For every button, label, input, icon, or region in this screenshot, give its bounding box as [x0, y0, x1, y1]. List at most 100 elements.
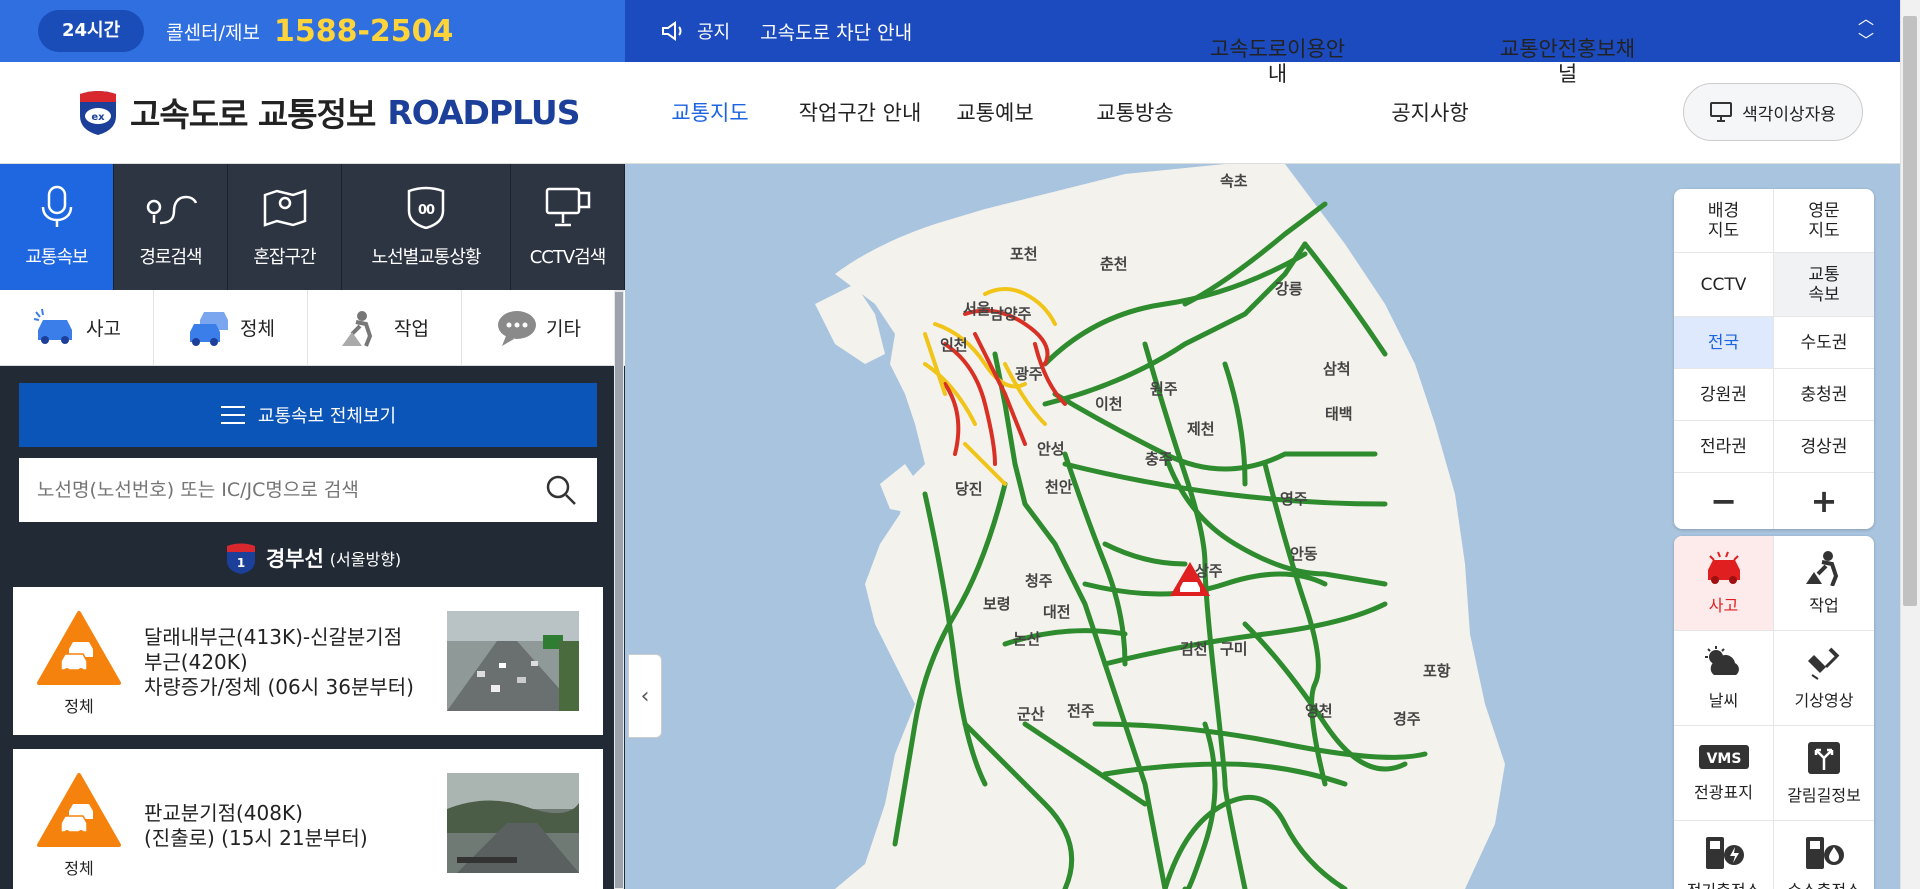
- tab-label: 노선별교통상황: [371, 247, 482, 268]
- map-pin-icon: [263, 189, 306, 227]
- site-logo[interactable]: ex 고속도로 교통정보 ROADPLUS: [76, 88, 581, 136]
- region-gyeongsang[interactable]: 경상권: [1774, 421, 1874, 473]
- nav-usage-guide[interactable]: 고속도로이용안 내: [1205, 37, 1350, 87]
- callcenter-bar: 24시간 콜센터/제보 1588-2504: [0, 0, 625, 62]
- category-congestion[interactable]: 정체: [154, 290, 308, 365]
- incident-location: 달래내부근(413K)-신갈분기점: [144, 625, 403, 649]
- svg-text:인천: 인천: [940, 336, 968, 354]
- panel-tabs: 교통속보 경로검색 혼잡구간 00 노선별교통상황 CCTV검색: [0, 164, 625, 290]
- callcenter-number[interactable]: 1588-2504: [274, 14, 453, 49]
- route-search-box: [19, 458, 597, 522]
- highway-shield-icon: 00: [407, 186, 445, 229]
- zoom-out-button[interactable]: −: [1674, 473, 1774, 529]
- tab-label: 혼잡구간: [253, 247, 316, 268]
- incident-status: (진출로) (15시 21분부터): [144, 826, 368, 850]
- incident-location-2: 부근(420K): [144, 650, 248, 674]
- page-scrollbar[interactable]: [1900, 0, 1920, 889]
- layer-hydrogen-charger[interactable]: 수소충전소: [1774, 821, 1874, 889]
- incident-card[interactable]: 정체 판교분기점(408K) (진출로) (15시 21분부터): [13, 749, 603, 889]
- vms-sign-icon: VMS: [1698, 745, 1749, 769]
- nav-safety-channel[interactable]: 교통안전홍보채 널: [1495, 37, 1640, 87]
- ev-charger-icon: [1705, 837, 1744, 869]
- route-shield-icon: 1: [226, 543, 255, 574]
- cctv-thumbnail[interactable]: [447, 773, 579, 873]
- view-all-news-button[interactable]: 교통속보 전체보기: [19, 383, 597, 447]
- layer-label: 사고: [1708, 596, 1739, 615]
- region-nationwide[interactable]: 전국: [1674, 317, 1774, 369]
- category-other[interactable]: 기타: [462, 290, 616, 365]
- layer-vms[interactable]: VMS 전광표지: [1674, 726, 1774, 821]
- cctv-thumbnail[interactable]: [447, 611, 579, 711]
- layer-weather[interactable]: 날씨: [1674, 631, 1774, 726]
- view-all-label: 교통속보 전체보기: [257, 406, 397, 427]
- route-search-input[interactable]: [37, 479, 517, 501]
- panel-scrollbar[interactable]: [614, 290, 624, 889]
- svg-text:이천: 이천: [1095, 395, 1123, 413]
- nav-broadcast[interactable]: 교통방송: [1080, 101, 1190, 126]
- chevron-up-icon[interactable]: ︿: [1858, 8, 1874, 30]
- tab-route-status[interactable]: 00 노선별교통상황: [342, 164, 511, 290]
- svg-text:강릉: 강릉: [1275, 280, 1303, 298]
- chevron-down-icon[interactable]: ﹀: [1858, 30, 1874, 52]
- incident-type-label: 정체: [64, 859, 94, 878]
- svg-text:ex: ex: [91, 112, 105, 123]
- nav-work-zone[interactable]: 작업구간 안내: [780, 101, 940, 126]
- accident-car-icon: [33, 308, 73, 344]
- layer-label: 날씨: [1708, 691, 1739, 710]
- svg-text:보령: 보령: [983, 595, 1011, 613]
- tab-congestion[interactable]: 혼잡구간: [228, 164, 342, 290]
- svg-text:VMS: VMS: [1706, 751, 1741, 767]
- region-chungcheong[interactable]: 충청권: [1774, 369, 1874, 421]
- collapse-panel-button[interactable]: ‹: [628, 654, 662, 738]
- layer-roadwork[interactable]: 작업: [1774, 536, 1874, 631]
- satellite-icon: [1808, 647, 1840, 680]
- tab-route-search[interactable]: 경로검색: [114, 164, 228, 290]
- colorblind-mode-button[interactable]: 색각이상자용: [1683, 83, 1863, 141]
- notice-text[interactable]: 고속도로 차단 안내: [760, 18, 912, 45]
- region-jeolla[interactable]: 전라권: [1674, 421, 1774, 473]
- incident-location: 판교분기점(408K): [144, 801, 303, 825]
- svg-text:천안: 천안: [1045, 478, 1073, 496]
- nav-notices[interactable]: 공지사항: [1375, 101, 1485, 126]
- search-icon[interactable]: [545, 474, 577, 506]
- region-capital[interactable]: 수도권: [1774, 317, 1874, 369]
- base-map-button[interactable]: 배경 지도: [1674, 189, 1774, 253]
- svg-text:삼척: 삼척: [1323, 360, 1351, 378]
- category-roadwork[interactable]: 작업: [308, 290, 462, 365]
- nav-traffic-map[interactable]: 교통지도: [660, 101, 760, 126]
- svg-text:00: 00: [418, 203, 435, 218]
- logo-en: ROADPLUS: [387, 92, 580, 132]
- tab-cctv-search[interactable]: CCTV검색: [511, 164, 625, 290]
- cctv-icon: [545, 187, 590, 227]
- svg-text:전주: 전주: [1067, 702, 1095, 720]
- layer-label: 기상영상: [1794, 691, 1854, 710]
- notice-label: 공지: [697, 22, 731, 43]
- nav-forecast[interactable]: 교통예보: [940, 101, 1050, 126]
- traffic-news-toggle[interactable]: 교통 속보: [1774, 253, 1874, 317]
- layer-weather-video[interactable]: 기상영상: [1774, 631, 1874, 726]
- incident-text: 달래내부근(413K)-신갈분기점 부근(420K) 차량증가/정체 (06시 …: [144, 625, 444, 700]
- category-filter: 사고 정체 작업 기타: [0, 290, 625, 366]
- page-scrollbar-thumb[interactable]: [1903, 16, 1917, 606]
- worker-icon: [1806, 551, 1839, 586]
- layer-junction[interactable]: 갈림길정보: [1774, 726, 1874, 821]
- layer-ev-charger[interactable]: 전기충전소: [1674, 821, 1774, 889]
- svg-text:광주: 광주: [1015, 365, 1043, 383]
- panel-scrollbar-thumb[interactable]: [615, 292, 623, 888]
- svg-text:1: 1: [237, 556, 245, 570]
- cctv-toggle[interactable]: CCTV: [1674, 253, 1774, 317]
- svg-text:속초: 속초: [1220, 172, 1248, 190]
- zoom-in-button[interactable]: +: [1774, 473, 1874, 529]
- english-map-button[interactable]: 영문 지도: [1774, 189, 1874, 253]
- svg-text:영천: 영천: [1305, 702, 1333, 720]
- region-gangwon[interactable]: 강원권: [1674, 369, 1774, 421]
- svg-text:논산: 논산: [1013, 630, 1041, 648]
- category-label: 정체: [240, 318, 275, 340]
- tab-traffic-news[interactable]: 교통속보: [0, 164, 114, 290]
- route-title: 1 경부선 (서울방향): [0, 538, 625, 578]
- chevron-left-icon: ‹: [640, 683, 650, 709]
- category-accident[interactable]: 사고: [0, 290, 154, 365]
- layer-accident[interactable]: 사고: [1674, 536, 1774, 631]
- notice-arrows: ︿ ﹀: [1858, 8, 1874, 52]
- incident-card[interactable]: 정체 달래내부근(413K)-신갈분기점 부근(420K) 차량증가/정체 (0…: [13, 587, 603, 735]
